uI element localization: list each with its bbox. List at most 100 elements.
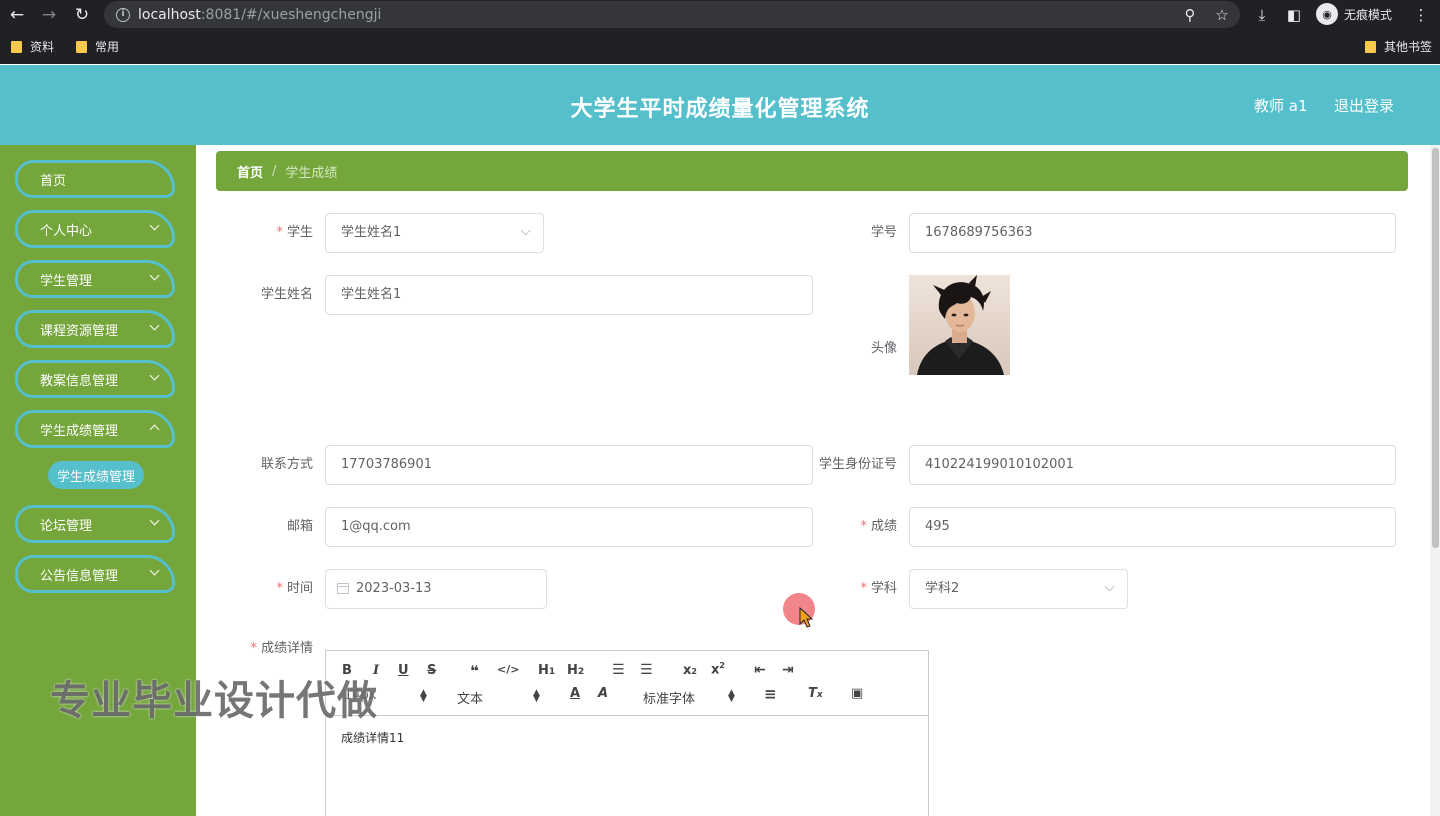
bookmarks-bar: 资料 常用 其他书签: [0, 34, 1440, 58]
updown-icon: ▲ ▼: [420, 688, 427, 704]
underline-icon[interactable]: U: [398, 663, 409, 678]
updown-icon: ▲ ▼: [728, 688, 735, 704]
folder-icon: [1365, 40, 1376, 53]
chevron-down-icon: [149, 370, 160, 381]
sidebar-item-home[interactable]: 首页: [15, 160, 175, 198]
side-panel-icon[interactable]: ◧: [1283, 4, 1305, 26]
bookmark-label: 资料: [30, 40, 55, 54]
sidebar-item-student-scores[interactable]: 学生成绩管理: [15, 410, 175, 448]
chevron-down-icon: [149, 220, 160, 231]
app-header: 大学生平时成绩量化管理系统 教师 a1 退出登录: [0, 65, 1440, 145]
sidebar-item-label: 论坛管理: [40, 518, 93, 534]
detail-label: * 成绩详情: [250, 641, 313, 656]
breadcrumb-home[interactable]: 首页: [237, 162, 263, 181]
bookmark-folder-other[interactable]: 其他书签: [1365, 38, 1432, 55]
chevron-up-icon: [149, 424, 160, 435]
sidebar-item-label: 课程资源管理: [40, 323, 119, 339]
bookmark-folder-ziliao[interactable]: 资料: [11, 38, 54, 55]
subscript-icon[interactable]: x2: [683, 663, 697, 678]
reload-icon[interactable]: ↻: [71, 4, 93, 26]
incognito-icon: ◉: [1316, 3, 1338, 25]
star-icon[interactable]: ☆: [1211, 4, 1233, 26]
sidebar-item-course-resources[interactable]: 课程资源管理: [15, 310, 175, 348]
paragraph-value: 文本: [457, 692, 484, 707]
paragraph-select[interactable]: 文本 ▲ ▼: [457, 688, 543, 708]
subject-label: * 学科: [860, 581, 897, 596]
url-host: localhost: [138, 6, 201, 23]
bookmark-label: 常用: [95, 40, 120, 54]
student-select[interactable]: 学生姓名1: [325, 213, 544, 253]
email-value: 1@qq.com: [341, 519, 411, 534]
download-icon[interactable]: ⤓: [1251, 4, 1273, 26]
code-icon[interactable]: </>: [497, 663, 519, 676]
image-icon[interactable]: ▣: [851, 686, 863, 701]
incognito-label: 无痕模式: [1344, 7, 1393, 22]
address-bar[interactable]: i localhost:8081/#/xueshengchengji: [104, 1, 1240, 28]
student-name-value: 学生姓名1: [341, 287, 402, 302]
updown-icon: ▲ ▼: [533, 688, 540, 704]
student-no-input[interactable]: 1678689756363: [909, 213, 1396, 253]
editor-content[interactable]: 成绩详情11: [341, 729, 404, 746]
avatar[interactable]: [909, 275, 1010, 375]
align-left-icon[interactable]: ≡: [764, 685, 777, 703]
avatar-image: [909, 275, 1010, 375]
page-scrollbar-thumb[interactable]: [1432, 148, 1439, 548]
student-name-label: 学生姓名: [260, 287, 313, 302]
logout-link[interactable]: 退出登录: [1334, 95, 1394, 116]
font-family-select[interactable]: 标准字体 ▲ ▼: [643, 688, 738, 708]
id-number-label: 学生身份证号: [818, 457, 897, 472]
outdent-icon[interactable]: ⇤: [754, 662, 766, 678]
background-color-icon[interactable]: A: [598, 686, 608, 701]
student-label: * 学生: [276, 225, 313, 240]
date-picker[interactable]: 2023-03-13: [325, 569, 547, 609]
url-path: :8081/#/xueshengchengji: [200, 6, 382, 23]
score-input[interactable]: 495: [909, 507, 1396, 547]
font-color-icon[interactable]: A: [570, 686, 580, 701]
heading1-icon[interactable]: H1: [538, 663, 555, 678]
bullet-list-icon[interactable]: ☰: [640, 662, 653, 678]
email-input[interactable]: 1@qq.com: [325, 507, 813, 547]
sidebar-item-student-management[interactable]: 学生管理: [15, 260, 175, 298]
sidebar-subitem-student-scores[interactable]: 学生成绩管理: [48, 461, 144, 489]
student-name-input[interactable]: 学生姓名1: [325, 275, 813, 315]
breadcrumb-separator: /: [272, 163, 277, 179]
chevron-down-icon: [149, 270, 160, 281]
date-value: 2023-03-13: [356, 581, 432, 596]
back-icon[interactable]: ←: [6, 4, 28, 26]
sidebar-item-announcements[interactable]: 公告信息管理: [15, 555, 175, 593]
current-user: 教师 a1: [1254, 97, 1308, 115]
subject-select-value: 学科2: [925, 581, 960, 596]
superscript-icon[interactable]: x2: [711, 661, 725, 677]
key-icon[interactable]: ⚲: [1179, 4, 1201, 26]
sidebar-item-label: 学生成绩管理: [40, 423, 119, 439]
sidebar-item-label: 学生管理: [40, 273, 93, 289]
phone-input[interactable]: 17703786901: [325, 445, 813, 485]
sidebar-item-personal-center[interactable]: 个人中心: [15, 210, 175, 248]
indent-icon[interactable]: ⇥: [782, 662, 794, 678]
strike-icon[interactable]: S: [427, 663, 436, 678]
browser-chrome: ← → ↻ i localhost:8081/#/xueshengchengji…: [0, 0, 1440, 64]
blockquote-icon[interactable]: ❝: [470, 662, 479, 680]
student-select-value: 学生姓名1: [341, 225, 402, 240]
site-info-icon[interactable]: i: [116, 7, 130, 22]
menu-dots-icon[interactable]: ⋮: [1410, 4, 1432, 26]
subject-select[interactable]: 学科2: [909, 569, 1128, 609]
bookmark-folder-changyong[interactable]: 常用: [76, 38, 119, 55]
mouse-pointer-icon: [799, 607, 813, 628]
phone-label: 联系方式: [260, 457, 313, 472]
sidebar-item-forum[interactable]: 论坛管理: [15, 505, 175, 543]
calendar-icon: [337, 583, 349, 594]
incognito-profile[interactable]: ◉ 无痕模式: [1316, 3, 1392, 25]
score-label: * 成绩: [860, 519, 897, 534]
clear-format-icon[interactable]: Tx: [808, 686, 823, 701]
chevron-down-icon: [149, 565, 160, 576]
sidebar-item-lesson-plans[interactable]: 教案信息管理: [15, 360, 175, 398]
rich-text-editor[interactable]: B I U S ❝ </> H1 H2 ☰ ☰ x2 x2 ⇤ ⇥ 14px ▲…: [325, 650, 929, 816]
forward-icon[interactable]: →: [38, 4, 60, 26]
heading2-icon[interactable]: H2: [567, 663, 584, 678]
breadcrumb-current: 学生成绩: [285, 165, 338, 181]
chevron-down-icon: [1104, 581, 1115, 592]
student-no-value: 1678689756363: [925, 225, 1033, 240]
ordered-list-icon[interactable]: ☰: [612, 662, 625, 678]
id-number-input[interactable]: 410224199010102001: [909, 445, 1396, 485]
